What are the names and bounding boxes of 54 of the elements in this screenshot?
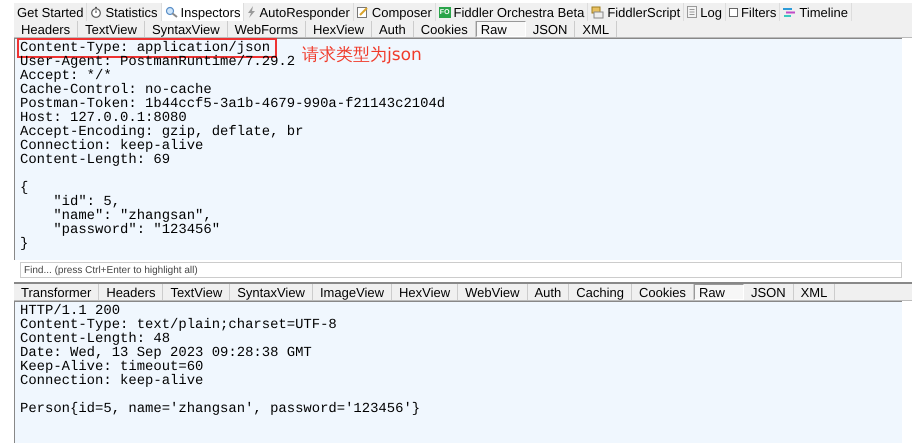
view-tab[interactable]: Caching: [569, 284, 632, 300]
raw-text-line: User-Agent: PostmanRuntime/7.29.2: [20, 55, 296, 69]
view-tab[interactable]: SyntaxView: [144, 21, 228, 37]
view-tab[interactable]: WebView: [458, 284, 528, 300]
raw-text-line: Host: 127.0.0.1:8080: [20, 111, 187, 125]
raw-text-line: Connection: keep-alive: [20, 139, 204, 153]
note-icon: [356, 6, 369, 18]
raw-text-line: Accept-Encoding: gzip, deflate, br: [20, 125, 304, 139]
raw-text-line: Person{id=5, name='zhangsan', password='123456'}: [20, 402, 420, 416]
raw-text-line: Content-Length: 69: [20, 153, 170, 167]
raw-text-line: Date: Wed, 13 Sep 2023 09:28:38 GMT: [20, 346, 312, 360]
view-tab[interactable]: TextView: [163, 284, 230, 300]
raw-text-line: Postman-Token: 1b44ccf5-3a1b-4679-990a-f21143c2104d: [20, 97, 446, 111]
checkbox[interactable]: [728, 8, 738, 16]
raw-text-line: Accept: */*: [20, 69, 112, 83]
view-tab[interactable]: HexView: [392, 284, 458, 300]
view-tab[interactable]: XML: [575, 21, 618, 37]
raw-text-line: }: [20, 237, 28, 251]
view-tab[interactable]: Auth: [372, 21, 414, 37]
raw-text-line: Cache-Control: no-cache: [20, 83, 212, 97]
view-tab[interactable]: Raw: [694, 284, 744, 300]
raw-text-line: "password": "123456": [52, 223, 220, 237]
annotation-text: 请求类型为json: [302, 44, 422, 66]
view-tab[interactable]: HexView: [306, 21, 372, 37]
timeline-icon: [783, 6, 796, 18]
view-tab[interactable]: JSON: [526, 21, 576, 37]
document-icon: [687, 6, 698, 18]
view-tab[interactable]: JSON: [744, 284, 794, 300]
view-tab[interactable]: XML: [794, 284, 836, 300]
inspector-tab[interactable]: Inspectors: [162, 3, 244, 21]
view-tab[interactable]: Auth: [528, 284, 570, 300]
raw-text-line: "id": 5,: [52, 195, 120, 209]
view-tab[interactable]: Headers: [14, 21, 78, 37]
view-tab[interactable]: Transformer: [14, 284, 100, 300]
view-tab[interactable]: TextView: [78, 21, 145, 37]
raw-text-line: HTTP/1.1 200: [20, 304, 120, 318]
find-field[interactable]: Find... (press Ctrl+Enter to highlight all): [20, 262, 902, 278]
view-tab[interactable]: Raw: [476, 21, 526, 37]
view-tab[interactable]: SyntaxView: [230, 284, 313, 300]
view-tab[interactable]: Headers: [99, 284, 164, 300]
inspector-tab[interactable]: Timeline: [780, 3, 852, 21]
raw-text-line: Content-Type: text/plain;charset=UTF-8: [20, 318, 337, 332]
raw-text-line: Connection: keep-alive: [20, 374, 204, 388]
raw-text-line: Content-Type: application/json: [20, 41, 274, 55]
stopwatch-icon: [90, 6, 102, 18]
view-tab[interactable]: ImageView: [312, 284, 392, 300]
raw-text-line: {: [20, 181, 28, 195]
magnifier-icon: [164, 6, 178, 18]
raw-text-line: Content-Length: 48: [20, 332, 170, 346]
inspector-tab[interactable]: Log: [684, 3, 726, 21]
raw-text-line: "name": "zhangsan",: [52, 209, 212, 223]
lightning-icon: [247, 6, 256, 18]
view-tab[interactable]: WebForms: [228, 21, 306, 37]
raw-text-line: Keep-Alive: timeout=60: [20, 360, 204, 374]
